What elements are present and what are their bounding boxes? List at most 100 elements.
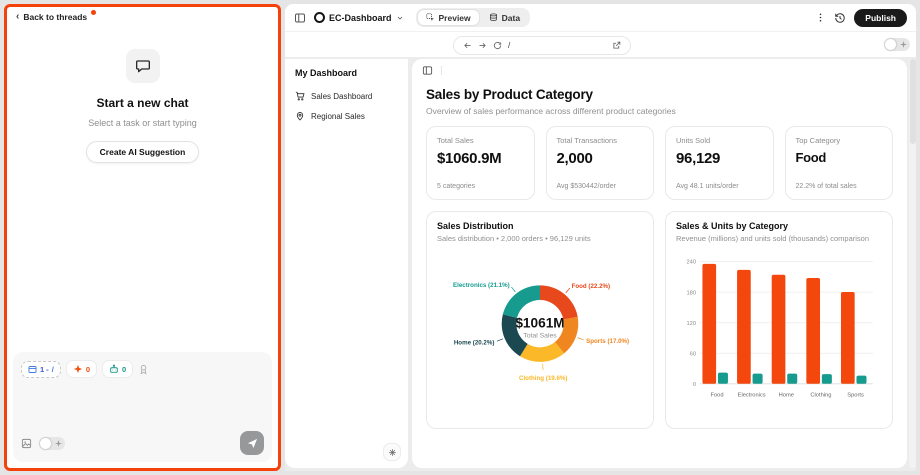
create-ai-suggestion-button[interactable]: Create AI Suggestion <box>86 141 200 163</box>
image-icon[interactable] <box>21 438 32 449</box>
bar-clothing-series0 <box>806 278 820 384</box>
project-logo <box>314 12 325 23</box>
chat-bubble-icon-box <box>126 49 160 83</box>
kpi-sub: 5 categories <box>437 183 524 190</box>
sparkle-icon <box>55 440 62 447</box>
notification-dot <box>91 10 96 15</box>
composer-badges: 1 - / 0 0 <box>21 360 264 378</box>
kpi-title: Total Transactions <box>557 136 644 145</box>
stamp-icon[interactable] <box>138 364 149 375</box>
map-pin-icon <box>295 111 305 121</box>
bar-home-series0 <box>772 275 786 384</box>
browser-window-icon <box>28 365 37 374</box>
publish-button[interactable]: Publish <box>854 9 907 27</box>
kpi-value: $1060.9M <box>437 150 524 167</box>
donut-label-line <box>511 287 515 292</box>
view-switcher: Preview Data <box>416 8 531 27</box>
y-tick-label: 60 <box>690 351 696 357</box>
toggle-knob <box>885 39 896 50</box>
kpi-card-total-sales: Total Sales $1060.9M 5 categories <box>426 126 535 200</box>
sidebar-assist-button[interactable] <box>383 443 401 461</box>
refresh-icon[interactable] <box>493 41 502 50</box>
agent-count-badge[interactable]: 0 <box>102 360 133 378</box>
donut-label: Sports (17.0%) <box>586 338 629 345</box>
sidebar-item-label: Sales Dashboard <box>311 92 372 101</box>
sales-distribution-card: Sales Distribution Sales distribution • … <box>426 211 654 429</box>
x-tick-label: Clothing <box>810 393 831 399</box>
forward-arrow-icon[interactable] <box>478 41 487 50</box>
kebab-menu-icon[interactable] <box>815 12 826 23</box>
tab-preview[interactable]: Preview <box>418 10 479 25</box>
sidebar-toggle-icon[interactable] <box>294 12 306 24</box>
scrollbar-thumb[interactable] <box>910 59 916 144</box>
send-icon <box>247 438 258 449</box>
back-arrow-icon[interactable] <box>463 41 472 50</box>
project-name: EC-Dashboard <box>329 13 392 23</box>
x-tick-label: Sports <box>847 393 864 399</box>
preview-cursor-icon <box>426 13 435 22</box>
donut-slice-electronics <box>503 285 540 318</box>
sidebar-item-sales-dashboard[interactable]: Sales Dashboard <box>285 86 408 106</box>
vertical-scrollbar[interactable] <box>909 59 916 468</box>
x-tick-label: Electronics <box>738 393 766 399</box>
donut-label-line <box>578 338 584 340</box>
kpi-title: Total Sales <box>437 136 524 145</box>
page-subtitle: Overview of sales performance across dif… <box>426 106 893 116</box>
donut-chart: $1061M Total Sales Food (22.2%)Sports (1… <box>437 244 643 416</box>
bar-clothing-series1 <box>822 374 832 384</box>
bar-food-series0 <box>702 264 716 384</box>
history-icon[interactable] <box>834 12 846 24</box>
y-tick-label: 0 <box>693 382 696 388</box>
tab-data-label: Data <box>502 13 520 23</box>
panel-left-icon[interactable] <box>422 65 433 76</box>
agent-robot-icon <box>109 364 119 374</box>
ai-mode-toggle[interactable] <box>39 437 65 450</box>
send-button[interactable] <box>240 431 264 455</box>
chat-composer[interactable]: 1 - / 0 0 <box>13 352 272 462</box>
chart-subtitle: Revenue (millions) and units sold (thous… <box>676 234 882 243</box>
url-bar[interactable]: / <box>453 36 631 55</box>
preview-ai-toggle[interactable] <box>884 38 910 51</box>
kpi-title: Units Sold <box>676 136 763 145</box>
error-count-badge[interactable]: 0 <box>66 360 97 378</box>
dashboard-sidebar: My Dashboard Sales Dashboard Regional Sa… <box>285 59 408 468</box>
chart-title: Sales Distribution <box>437 221 643 231</box>
cart-icon <box>295 91 305 101</box>
agent-count: 0 <box>122 365 126 374</box>
toggle-knob <box>40 438 51 449</box>
workspace: My Dashboard Sales Dashboard Regional Sa… <box>285 57 916 471</box>
tab-data[interactable]: Data <box>481 10 528 25</box>
project-switcher[interactable]: EC-Dashboard <box>314 12 404 23</box>
kpi-card-top-category: Top Category Food 22.2% of total sales <box>785 126 894 200</box>
y-tick-label: 180 <box>686 290 696 296</box>
chat-panel: ‹ Back to threads Start a new chat Selec… <box>4 4 281 471</box>
kpi-card-total-transactions: Total Transactions 2,000 Avg $530442/ord… <box>546 126 655 200</box>
asterisk-icon <box>388 448 397 457</box>
sidebar-item-regional-sales[interactable]: Regional Sales <box>285 106 408 126</box>
kpi-value: 2,000 <box>557 150 644 167</box>
kpi-value: Food <box>796 150 883 165</box>
bar-electronics-series0 <box>737 270 751 384</box>
external-link-icon[interactable] <box>612 41 621 50</box>
kpi-sub: Avg 48.1 units/order <box>676 183 763 190</box>
charts-row: Sales Distribution Sales distribution • … <box>426 211 893 429</box>
kpi-card-units-sold: Units Sold 96,129 Avg 48.1 units/order <box>665 126 774 200</box>
back-to-threads-button[interactable]: ‹ Back to threads <box>16 12 96 22</box>
kpi-sub: Avg $530442/order <box>557 183 644 190</box>
chat-bubble-icon <box>135 58 151 74</box>
kpi-row: Total Sales $1060.9M 5 categories Total … <box>426 126 893 200</box>
empty-state-title: Start a new chat <box>7 96 278 110</box>
back-to-threads-label: Back to threads <box>23 12 87 22</box>
donut-label: Electronics (21.1%) <box>453 282 510 289</box>
canvas-toolbar <box>412 59 907 79</box>
sidebar-item-label: Regional Sales <box>311 112 365 121</box>
preview-navbar: / <box>285 31 916 57</box>
right-section: EC-Dashboard Preview Data <box>285 4 916 471</box>
chat-empty-state: Start a new chat Select a task or start … <box>7 49 278 163</box>
back-chevron-icon: ‹ <box>16 12 19 22</box>
dashboard-canvas: Sales by Product Category Overview of sa… <box>412 59 907 468</box>
composer-bottom-row <box>21 431 264 455</box>
sidebar-title: My Dashboard <box>285 59 408 86</box>
browser-context-badge[interactable]: 1 - / <box>21 361 61 378</box>
kpi-value: 96,129 <box>676 150 763 167</box>
